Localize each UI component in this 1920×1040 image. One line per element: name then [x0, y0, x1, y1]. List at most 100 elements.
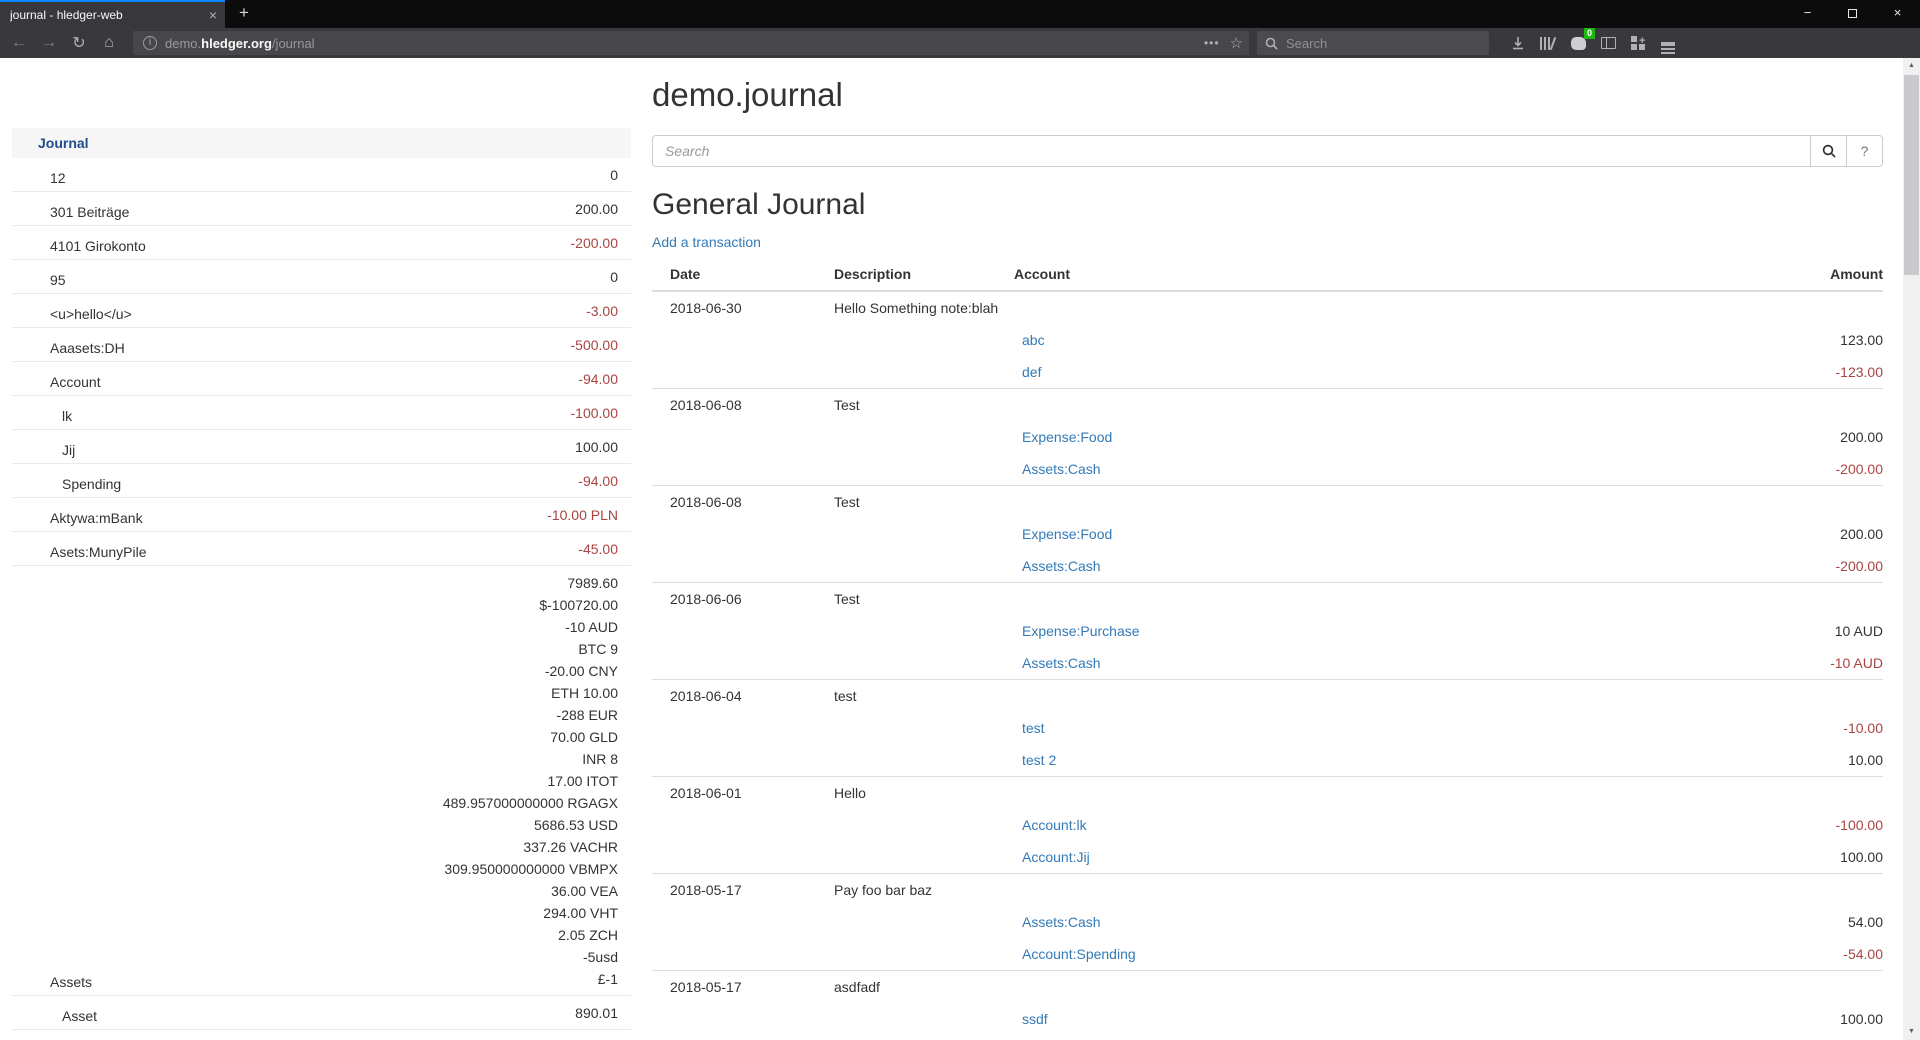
sidebar-account-link[interactable]: 12 [12, 170, 610, 186]
balance-amount: 100.00 [575, 436, 618, 458]
posting-account-link[interactable]: test 2 [1014, 752, 1056, 768]
posting-account-link[interactable]: abc [1014, 332, 1045, 348]
scroll-down-icon[interactable]: ▼ [1903, 1024, 1920, 1040]
home-icon[interactable]: ⌂ [94, 34, 124, 52]
url-text[interactable]: demo.hledger.org/journal [165, 36, 1204, 51]
bookmark-star-icon[interactable]: ☆ [1230, 34, 1243, 52]
tab-close-icon[interactable]: × [201, 7, 217, 23]
account-balance: -94.00 [578, 368, 618, 390]
balance-amount: 7989.60 [443, 572, 618, 594]
scroll-up-icon[interactable]: ▲ [1903, 58, 1920, 74]
balance-amount: INR 8 [443, 748, 618, 770]
posting-account-link[interactable]: test [1014, 720, 1045, 736]
posting-row: Account:lk-100.00 [652, 809, 1883, 841]
menu-icon[interactable] [1653, 31, 1683, 55]
account-balance: 685.50$-15.00-10 AUD-30.00 USD [545, 1036, 618, 1040]
toolbar-search-box[interactable]: Search [1257, 31, 1489, 55]
transaction-title-row[interactable]: 2018-06-08Test [652, 486, 1883, 518]
posting-amount: -10 AUD [1723, 655, 1883, 671]
posting-account-link[interactable]: def [1014, 364, 1041, 380]
transaction-date: 2018-06-30 [652, 300, 834, 316]
scrollbar-thumb[interactable] [1904, 75, 1919, 275]
sidebar-account-link[interactable]: Asset [12, 1008, 575, 1024]
forward-icon[interactable]: → [34, 34, 64, 52]
new-tab-button[interactable]: + [230, 0, 258, 28]
sidebar-account-row: Assets7989.60$-100720.00-10 AUDBTC 9-20.… [12, 565, 631, 995]
transaction: 2018-06-06TestExpense:Purchase10 AUDAsse… [652, 582, 1883, 679]
posting-account-link[interactable]: Expense:Purchase [1014, 623, 1140, 639]
sidebar-account-link[interactable]: 95 [12, 272, 610, 288]
window-minimize-button[interactable]: − [1785, 0, 1830, 28]
sidebar-toggle-icon[interactable] [1593, 31, 1623, 55]
sidebar-account-link[interactable]: <u>hello</u> [12, 306, 586, 322]
balance-amount: 890.01 [575, 1002, 618, 1024]
sidebar-account-row: 4101 Girokonto-200.00 [12, 225, 631, 259]
posting-account-link[interactable]: ssdf [1014, 1011, 1048, 1027]
window-close-button[interactable]: × [1875, 0, 1920, 28]
transaction-title-row[interactable]: 2018-06-06Test [652, 583, 1883, 615]
transaction-title-row[interactable]: 2018-06-04test [652, 680, 1883, 712]
add-transaction-link[interactable]: Add a transaction [652, 234, 761, 250]
posting-account-link[interactable]: Assets:Cash [1014, 655, 1101, 671]
posting-account-link[interactable]: Assets:Cash [1014, 558, 1101, 574]
posting-row: Account:Jij 100.00 [652, 841, 1883, 873]
page-content: Journal 120301 Beiträge200.004101 Giroko… [0, 58, 1903, 1040]
page-scrollbar[interactable]: ▲ ▼ [1903, 58, 1920, 1040]
sidebar-account-row: 120 [12, 158, 631, 191]
search-input[interactable] [652, 135, 1811, 167]
download-icon[interactable] [1503, 31, 1533, 55]
sidebar-journal-row: Journal [12, 128, 631, 158]
posting-account-link[interactable]: Assets:Cash [1014, 461, 1101, 477]
sidebar-account-link[interactable]: Assets [12, 974, 443, 990]
account-balance: -100.00 [571, 402, 618, 424]
transaction-title-row[interactable]: 2018-05-17asdfadf [652, 971, 1883, 1003]
posting-amount: 10.00 [1723, 752, 1883, 768]
sidebar-account-link[interactable]: 4101 Girokonto [12, 238, 571, 254]
posting-account-link[interactable]: Expense:Food [1014, 526, 1112, 542]
library-icon[interactable] [1533, 31, 1563, 55]
posting-amount: 100.00 [1723, 849, 1883, 865]
posting-account-link[interactable]: Expense:Food [1014, 429, 1112, 445]
sidebar-account-link[interactable]: Aaasets:DH [12, 340, 571, 356]
transaction-title-row[interactable]: 2018-06-08Test [652, 389, 1883, 421]
posting-row: Assets:Cash54.00 [652, 906, 1883, 938]
url-bar[interactable]: i demo.hledger.org/journal ••• ☆ [133, 31, 1249, 55]
apps-grid-icon[interactable]: + [1623, 31, 1653, 55]
site-info-icon[interactable]: i [143, 36, 157, 50]
back-icon[interactable]: ← [4, 34, 34, 52]
browser-tab[interactable]: journal - hledger-web × [0, 0, 225, 28]
sidebar-account-link[interactable]: lk [12, 408, 571, 424]
accounts-sidebar: Journal 120301 Beiträge200.004101 Giroko… [12, 128, 631, 1040]
account-balance: 100.00 [575, 436, 618, 458]
url-path: /journal [272, 36, 315, 51]
sidebar-journal-link[interactable]: Journal [38, 135, 89, 151]
window-controls: − × [1785, 0, 1920, 28]
posting-account-link[interactable]: Assets:Cash [1014, 914, 1101, 930]
reload-icon[interactable]: ↻ [64, 33, 94, 53]
extension-icon[interactable]: 0 [1563, 31, 1593, 55]
sidebar-account-link[interactable]: Jij [12, 442, 575, 458]
transaction-title-row[interactable]: 2018-05-17Pay foo bar baz [652, 874, 1883, 906]
header-description: Description [834, 266, 1014, 282]
header-account: Account [1014, 266, 1723, 282]
window-restore-button[interactable] [1830, 0, 1875, 28]
page-actions-icon[interactable]: ••• [1204, 36, 1220, 50]
transaction-title-row[interactable]: 2018-06-01Hello [652, 777, 1883, 809]
sidebar-account-link[interactable]: Aktywa:mBank [12, 510, 547, 526]
balance-amount: 17.00 ITOT [443, 770, 618, 792]
sidebar-account-link[interactable]: Asets:MunyPile [12, 544, 578, 560]
sidebar-account-link[interactable]: Spending [12, 476, 578, 492]
search-help-button[interactable]: ? [1847, 135, 1883, 167]
transaction-title-row[interactable]: 2018-06-30Hello Something note:blah [652, 292, 1883, 324]
posting-account-link[interactable]: Account:lk [1014, 817, 1087, 833]
posting-account-link[interactable]: Account:Spending [1014, 946, 1136, 962]
posting-account-link[interactable]: Account:Jij [1014, 849, 1090, 865]
transaction-description: asdfadf [834, 979, 1014, 995]
posting-row: test 2 10.00 [652, 744, 1883, 776]
transaction-date: 2018-05-17 [652, 882, 834, 898]
balance-amount: 5686.53 USD [443, 814, 618, 836]
sidebar-account-link[interactable]: 301 Beiträge [12, 204, 575, 220]
transaction-date: 2018-06-08 [652, 494, 834, 510]
search-submit-button[interactable] [1811, 135, 1847, 167]
sidebar-account-link[interactable]: Account [12, 374, 578, 390]
